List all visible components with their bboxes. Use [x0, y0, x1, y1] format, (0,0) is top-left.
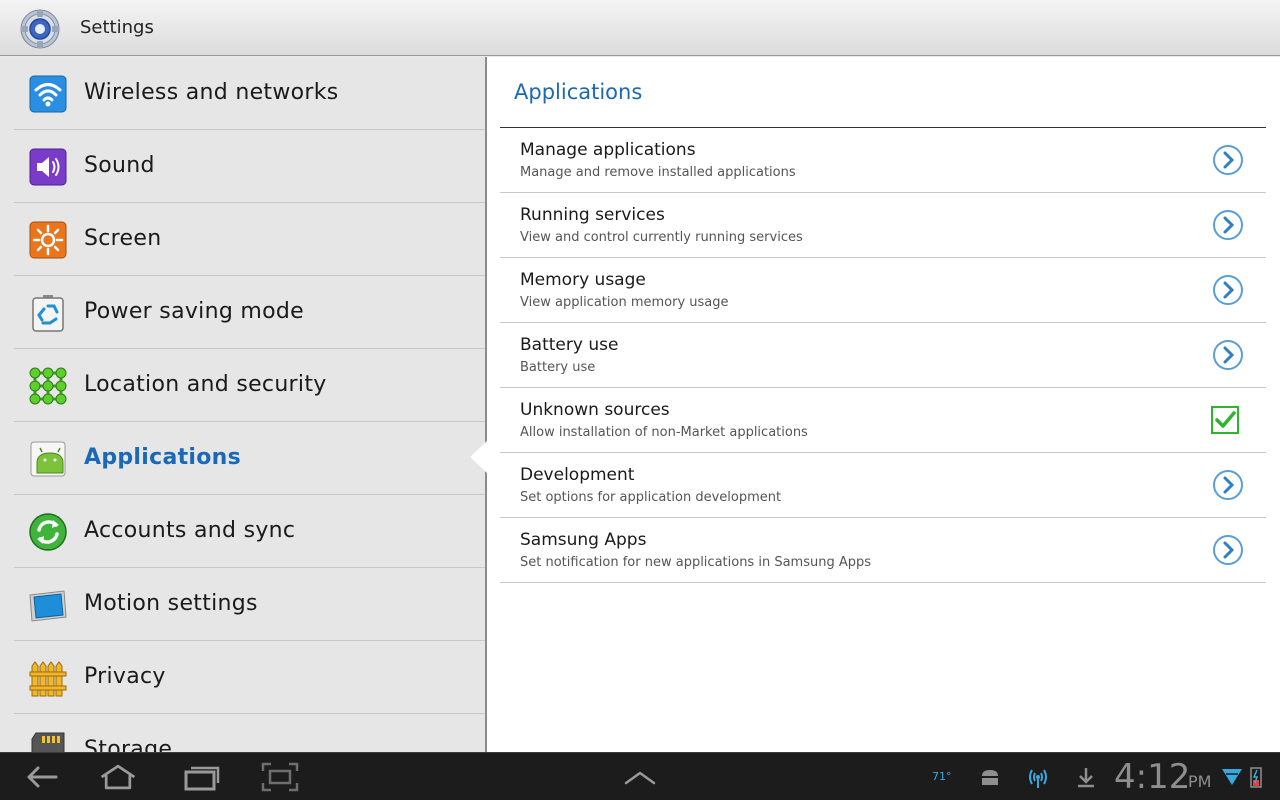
- row-title: Manage applications: [520, 140, 696, 160]
- screenshot-icon[interactable]: [260, 761, 300, 793]
- sidebar-item-label: Applications: [84, 445, 241, 470]
- wifi-icon: [28, 74, 68, 114]
- wifi-status-icon: [1220, 765, 1244, 789]
- chevron-right-icon[interactable]: [1212, 534, 1244, 566]
- location-grid-icon: [28, 366, 68, 406]
- row-summary: View and control currently running servi…: [520, 230, 803, 245]
- row-samsung-apps[interactable]: Samsung Apps Set notification for new ap…: [500, 518, 1266, 583]
- recycle-battery-icon: [28, 293, 68, 333]
- row-memory-usage[interactable]: Memory usage View application memory usa…: [500, 258, 1266, 323]
- sidebar-item-label: Screen: [84, 226, 161, 251]
- sync-icon: [28, 512, 68, 552]
- sidebar-item-accounts-sync[interactable]: Accounts and sync: [14, 495, 486, 568]
- action-bar: Settings: [0, 0, 1280, 56]
- sidebar-item-power-saving[interactable]: Power saving mode: [14, 276, 486, 349]
- row-summary: Set options for application development: [520, 490, 781, 505]
- unknown-sources-checkbox[interactable]: [1211, 406, 1239, 434]
- sidebar-item-label: Power saving mode: [84, 299, 304, 324]
- row-running-services[interactable]: Running services View and control curren…: [500, 193, 1266, 258]
- speaker-icon: [28, 147, 68, 187]
- app-title: Settings: [80, 17, 154, 38]
- home-icon[interactable]: [98, 761, 138, 793]
- chevron-right-icon[interactable]: [1212, 339, 1244, 371]
- row-manage-applications[interactable]: Manage applications Manage and remove in…: [500, 128, 1266, 193]
- section-title: Applications: [514, 80, 642, 104]
- row-title: Battery use: [520, 335, 618, 355]
- row-summary: Manage and remove installed applications: [520, 165, 796, 180]
- sidebar-item-sound[interactable]: Sound: [14, 130, 486, 203]
- sidebar-item-label: Privacy: [84, 664, 166, 689]
- row-summary: Battery use: [520, 360, 595, 375]
- battery-icon: [1244, 765, 1268, 789]
- signal-broadcast-icon: [1026, 765, 1050, 789]
- system-bar: 71° 4:12 PM: [0, 752, 1280, 800]
- row-unknown-sources[interactable]: Unknown sources Allow installation of no…: [500, 388, 1266, 453]
- gear-icon[interactable]: [18, 7, 62, 51]
- android-icon: [28, 439, 68, 479]
- recent-apps-icon[interactable]: [182, 761, 222, 793]
- clock-ampm: PM: [1188, 772, 1211, 791]
- row-title: Running services: [520, 205, 665, 225]
- sidebar-item-storage[interactable]: Storage: [14, 714, 486, 752]
- chevron-right-icon[interactable]: [1212, 469, 1244, 501]
- row-title: Development: [520, 465, 634, 485]
- fence-icon: [28, 658, 68, 698]
- sidebar-item-label: Wireless and networks: [84, 80, 339, 105]
- clock-time: 4:12: [1114, 757, 1190, 797]
- sidebar-item-label: Accounts and sync: [84, 518, 295, 543]
- chevron-right-icon[interactable]: [1212, 144, 1244, 176]
- row-title: Samsung Apps: [520, 530, 646, 550]
- sidebar-item-label: Sound: [84, 153, 155, 178]
- sidebar-item-motion-settings[interactable]: Motion settings: [14, 568, 486, 641]
- sd-card-icon: [28, 731, 68, 752]
- weather-temperature: 71°: [932, 770, 952, 783]
- row-battery-use[interactable]: Battery use Battery use: [500, 323, 1266, 388]
- sidebar-item-location-security[interactable]: Location and security: [14, 349, 486, 422]
- brightness-icon: [28, 220, 68, 260]
- motion-icon: [28, 585, 68, 625]
- back-icon[interactable]: [22, 761, 62, 793]
- row-summary: Allow installation of non-Market applica…: [520, 425, 808, 440]
- sidebar-item-label: Location and security: [84, 372, 327, 397]
- row-title: Memory usage: [520, 270, 646, 290]
- settings-categories-list: Wireless and networks Sound Screen: [0, 57, 486, 752]
- row-summary: View application memory usage: [520, 295, 729, 310]
- download-icon: [1074, 765, 1098, 789]
- chevron-right-icon[interactable]: [1212, 274, 1244, 306]
- sidebar-item-privacy[interactable]: Privacy: [14, 641, 486, 714]
- sidebar-item-applications[interactable]: Applications: [14, 422, 486, 495]
- chevron-right-icon[interactable]: [1212, 209, 1244, 241]
- sidebar-item-wireless[interactable]: Wireless and networks: [14, 57, 486, 130]
- sidebar-item-screen[interactable]: Screen: [14, 203, 486, 276]
- sidebar-item-label: Storage: [84, 737, 172, 752]
- row-development[interactable]: Development Set options for application …: [500, 453, 1266, 518]
- chevron-up-icon[interactable]: [620, 761, 660, 793]
- selection-pointer: [470, 441, 487, 473]
- sidebar-item-label: Motion settings: [84, 591, 258, 616]
- row-title: Unknown sources: [520, 400, 670, 420]
- applications-settings-pane: Applications Manage applications Manage …: [487, 57, 1280, 752]
- row-summary: Set notification for new applications in…: [520, 555, 871, 570]
- android-debug-icon: [978, 765, 1002, 789]
